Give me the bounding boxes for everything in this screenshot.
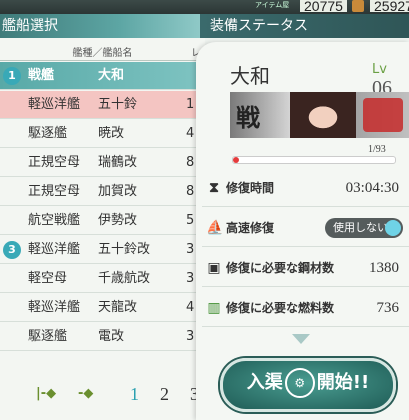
ship-type: 軽巡洋艦 xyxy=(28,242,81,257)
list-column-header: 艦種／艦船名 レ xyxy=(0,44,205,61)
page-2-button[interactable]: 2 xyxy=(160,384,169,405)
ship-level-value: 1 xyxy=(186,97,195,112)
ship-name: 暁改 xyxy=(98,126,125,141)
ship-type: 正規空母 xyxy=(28,184,81,199)
ship-level-value: 3 xyxy=(186,271,195,286)
ammo-icon xyxy=(352,0,364,12)
repair-time-label: 修復時間 xyxy=(226,181,275,195)
ship-name: 伊勢改 xyxy=(98,213,138,228)
ship-select-header: 艦船選択 xyxy=(0,14,200,38)
ship-level-value: 4 xyxy=(186,126,195,141)
dock-gear-icon: ⚙ xyxy=(284,368,315,398)
ship-name: 電改 xyxy=(98,329,125,344)
ship-level-value: 8 xyxy=(186,155,195,170)
ship-name: 五十鈴 xyxy=(98,97,138,112)
page-1-button[interactable]: 1 xyxy=(130,384,139,405)
repair-time-value: 03:04:30 xyxy=(345,180,399,196)
ship-list-row[interactable]: 3 軽巡洋艦 五十鈴改 3 xyxy=(0,236,205,264)
ship-type: 戦艦 xyxy=(28,68,55,83)
dock-button-left-text: 入渠 xyxy=(246,372,283,393)
ship-type: 正規空母 xyxy=(28,155,81,170)
ship-list-row[interactable]: 軽巡洋艦 五十鈴 1 xyxy=(0,91,205,119)
fast-repair-toggle[interactable]: 使用しない xyxy=(325,218,403,238)
fast-repair-label: 高速修復 xyxy=(226,221,275,235)
ship-level-value: 3 xyxy=(186,329,195,344)
ship-type: 駆逐艦 xyxy=(28,329,68,344)
ship-list-row[interactable]: 駆逐艦 電改 3 xyxy=(0,323,205,351)
equipment-status-header: 装備ステータス xyxy=(200,14,409,38)
ship-name: 天龍改 xyxy=(98,300,138,315)
selected-ship-name: 大和 xyxy=(230,66,270,88)
start-docking-button[interactable]: 入渠 ⚙ 開始!! xyxy=(220,358,396,412)
ship-list-row[interactable]: 航空戦艦 伊勢改 5 xyxy=(0,207,205,235)
prev-page-icon[interactable]: -◆ xyxy=(78,386,93,401)
item-shop-label[interactable]: アイテム屋 xyxy=(255,0,289,10)
resource-bar: アイテム屋 20775 25927 xyxy=(0,0,409,14)
steel-cost-label: 修復に必要な鋼材数 xyxy=(226,261,335,275)
fast-repair-row: ⛵ 高速修復 使用しない xyxy=(202,210,409,247)
fuel-cost-value: 736 xyxy=(376,300,400,316)
ship-type-kanji: 戦 xyxy=(236,104,260,132)
fuel-cost-row: ▥ 修復に必要な燃料数 736 xyxy=(202,290,409,327)
ship-type: 軽空母 xyxy=(28,271,68,286)
fleet-number-icon: 1 xyxy=(3,67,21,85)
ship-list-row[interactable]: 駆逐艦 暁改 4 xyxy=(0,120,205,148)
ship-list-panel: 艦種／艦船名 レ 1 戦艦 大和 軽巡洋艦 五十鈴 1 駆逐艦 暁改 4 正規空母 瑞鶴改 8 正規空母… xyxy=(0,38,205,420)
ship-name: 千歳航改 xyxy=(98,271,151,286)
ship-list-row[interactable]: 軽空母 千歳航改 3 xyxy=(0,265,205,293)
ship-name: 大和 xyxy=(98,68,125,83)
first-page-icon[interactable]: |-◆ xyxy=(36,386,56,401)
steel-cost-row: ▣ 修復に必要な鋼材数 1380 xyxy=(202,250,409,287)
ship-level-value: 5 xyxy=(186,213,195,228)
ship-type: 軽巡洋艦 xyxy=(28,97,81,112)
ship-level-value: 8 xyxy=(186,184,195,199)
ammo-count: 25927 xyxy=(370,0,409,14)
ship-list-row[interactable]: 正規空母 瑞鶴改 8 xyxy=(0,149,205,177)
steel-icon: ▣ xyxy=(207,260,221,276)
ship-list-row[interactable]: 正規空母 加賀改 8 xyxy=(0,178,205,206)
ship-list-row[interactable]: 1 戦艦 大和 xyxy=(0,62,205,90)
toggle-knob xyxy=(385,220,401,236)
fuel-cost-label: 修復に必要な燃料数 xyxy=(226,301,335,315)
pager: |-◆ -◆ 1 2 3 xyxy=(0,380,205,410)
level-label: Lv xyxy=(372,62,387,77)
column-type-name-label[interactable]: 艦種／艦船名 xyxy=(73,48,133,59)
ship-type: 駆逐艦 xyxy=(28,126,68,141)
fast-repair-toggle-label: 使用しない xyxy=(333,221,388,234)
dock-button-right-text: 開始!! xyxy=(316,372,370,393)
ship-type: 軽巡洋艦 xyxy=(28,300,81,315)
repair-time-row: ⧗ 修復時間 03:04:30 xyxy=(202,170,409,207)
ship-name: 五十鈴改 xyxy=(98,242,151,257)
damage-badge-icon xyxy=(363,98,403,132)
ship-portrait xyxy=(290,92,356,138)
ship-type: 航空戦艦 xyxy=(28,213,81,228)
hourglass-icon: ⧗ xyxy=(209,180,219,196)
fuel-icon: ▥ xyxy=(207,300,221,316)
hp-bar-fill xyxy=(233,157,240,163)
hp-text: 1/93 xyxy=(368,144,386,155)
ship-name: 瑞鶴改 xyxy=(98,155,138,170)
ship-level-value: 3 xyxy=(186,242,195,257)
ship-banner: 戦 xyxy=(230,92,409,138)
repair-detail-panel: 大和 Lv 06 戦 1/93 ⧗ 修復時間 03:04:30 ⛵ 高速修復 使… xyxy=(196,42,409,420)
repair-bucket-icon: ⛵ xyxy=(206,220,224,236)
ship-list-row[interactable]: 軽巡洋艦 天龍改 4 xyxy=(0,294,205,322)
down-arrow-icon xyxy=(292,334,310,344)
ship-name: 加賀改 xyxy=(98,184,138,199)
fleet-number-icon: 3 xyxy=(3,241,21,259)
steel-cost-value: 1380 xyxy=(369,260,399,276)
fuel-count: 20775 xyxy=(300,0,347,14)
hp-bar xyxy=(232,156,396,164)
ship-level-value: 4 xyxy=(186,300,195,315)
